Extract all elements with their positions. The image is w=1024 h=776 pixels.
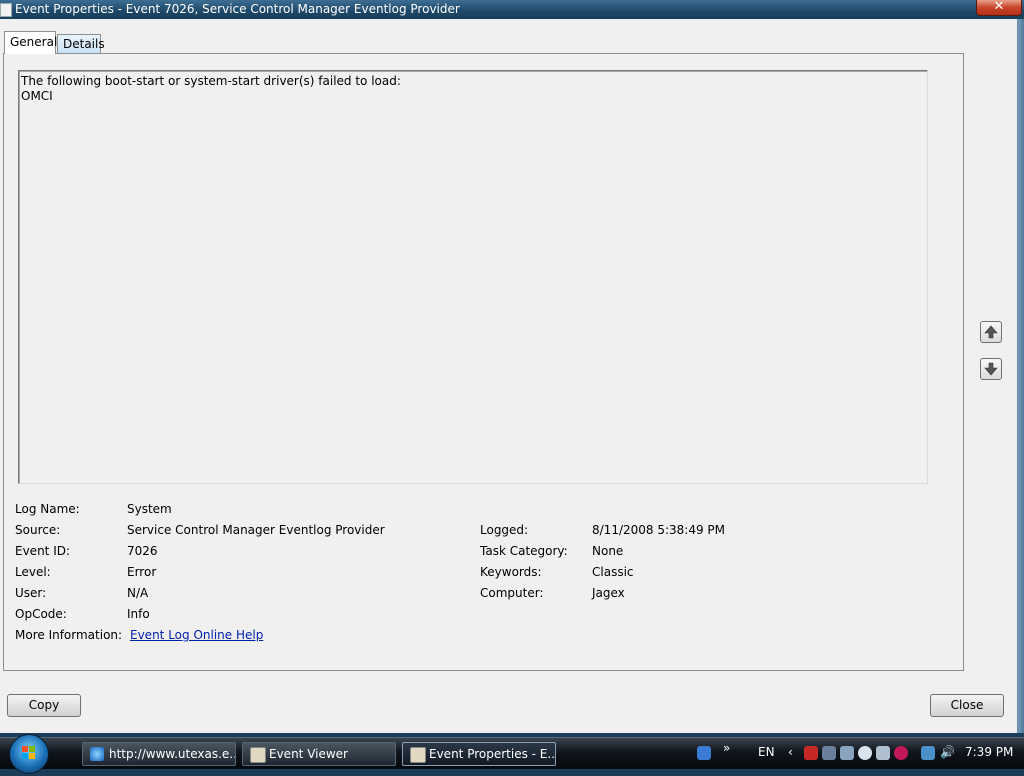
window-right-edge <box>1017 19 1024 733</box>
taskbar: http://www.utexas.e... Event Viewer Even… <box>0 734 1024 774</box>
network-tray-icon[interactable] <box>840 746 854 760</box>
event-id-value: 7026 <box>127 544 158 558</box>
dialog-body: General Details The following boot-start… <box>0 19 1018 733</box>
toolbar-expand-icon[interactable]: » <box>723 741 730 755</box>
level-label: Level: <box>15 565 51 579</box>
ati-tray-icon[interactable] <box>804 746 818 760</box>
language-indicator[interactable]: EN <box>758 745 775 759</box>
close-button[interactable]: Close <box>930 694 1004 717</box>
taskbar-item-label: Event Properties - E... <box>429 747 556 761</box>
event-properties-icon <box>410 747 426 763</box>
volume-icon[interactable]: 🔊 <box>940 745 955 759</box>
log-name-value: System <box>127 502 172 516</box>
windows-logo-icon <box>22 746 35 759</box>
title-bar: Event Properties - Event 7026, Service C… <box>0 0 1024 19</box>
tab-general[interactable]: General <box>4 31 57 54</box>
logged-label: Logged: <box>480 523 529 537</box>
taskbar-item-event-viewer[interactable]: Event Viewer <box>242 742 396 766</box>
keywords-label: Keywords: <box>480 565 542 579</box>
messenger-tray-icon[interactable] <box>858 746 872 760</box>
taskbar-item-browser[interactable]: http://www.utexas.e... <box>82 742 236 766</box>
taskbar-item-event-properties[interactable]: Event Properties - E... <box>402 742 556 766</box>
event-id-label: Event ID: <box>15 544 71 558</box>
event-viewer-icon <box>250 747 266 763</box>
utility-tray-icon[interactable] <box>822 746 836 760</box>
previous-event-button[interactable] <box>980 321 1002 343</box>
description-line: The following boot-start or system-start… <box>21 74 401 88</box>
opcode-value: Info <box>127 607 150 621</box>
keywords-value: Classic <box>592 565 634 579</box>
logged-value: 8/11/2008 5:38:49 PM <box>592 523 726 537</box>
start-button[interactable] <box>9 734 49 774</box>
security-tray-icon[interactable] <box>894 746 908 760</box>
user-label: User: <box>15 586 47 600</box>
source-value: Service Control Manager Eventlog Provide… <box>127 523 385 537</box>
copy-button[interactable]: Copy <box>7 694 81 717</box>
description-line: OMCI <box>21 89 53 103</box>
desktop-switch-icon[interactable] <box>697 746 711 760</box>
window-app-icon <box>0 3 12 17</box>
general-tab-panel: The following boot-start or system-start… <box>3 53 964 671</box>
taskbar-item-label: Event Viewer <box>269 747 348 761</box>
event-description-box[interactable]: The following boot-start or system-start… <box>18 70 928 484</box>
more-information-label: More Information: <box>15 628 123 642</box>
opcode-label: OpCode: <box>15 607 67 621</box>
internet-explorer-icon <box>90 747 104 761</box>
system-clock[interactable]: 7:39 PM <box>965 745 1013 759</box>
next-event-button[interactable] <box>980 358 1002 380</box>
source-label: Source: <box>15 523 61 537</box>
log-name-label: Log Name: <box>15 502 80 516</box>
display-tray-icon[interactable] <box>876 746 890 760</box>
task-category-label: Task Category: <box>480 544 568 558</box>
window-title: Event Properties - Event 7026, Service C… <box>15 2 460 16</box>
task-category-value: None <box>592 544 624 558</box>
taskbar-item-label: http://www.utexas.e... <box>109 747 236 761</box>
level-value: Error <box>127 565 157 579</box>
computer-value: Jagex <box>592 586 625 600</box>
show-hidden-icons-icon[interactable]: ‹ <box>788 745 793 759</box>
user-value: N/A <box>127 586 149 600</box>
computer-label: Computer: <box>480 586 544 600</box>
arrow-down-icon <box>984 362 998 376</box>
tab-details[interactable]: Details <box>57 34 105 54</box>
network-status-icon[interactable] <box>921 746 935 760</box>
arrow-up-icon <box>984 325 998 339</box>
event-log-online-help-link[interactable]: Event Log Online Help <box>130 628 263 642</box>
window-close-button[interactable]: ✕ <box>976 0 1022 16</box>
